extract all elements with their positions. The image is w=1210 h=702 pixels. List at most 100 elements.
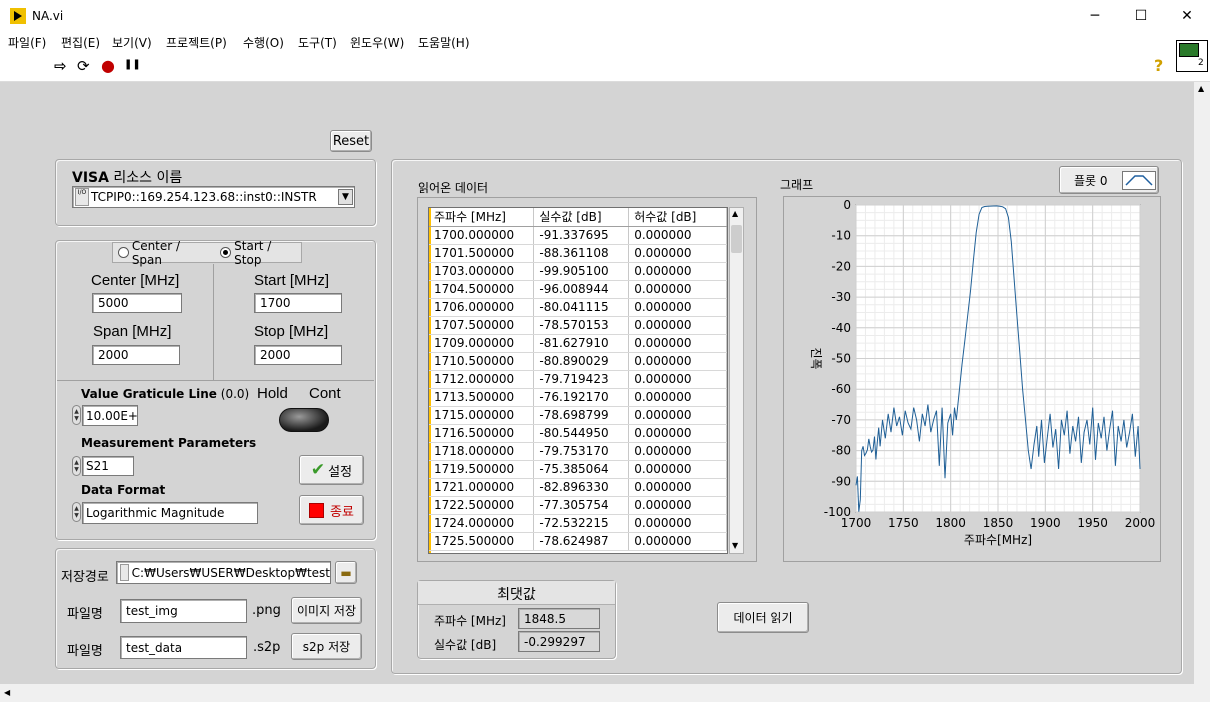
- cell-imag: 0.000000: [628, 388, 727, 407]
- cell-imag: 0.000000: [628, 280, 727, 299]
- table-row[interactable]: 1707.500000 -78.570153 0.000000: [429, 316, 727, 335]
- set-button[interactable]: ✔ 설정: [299, 455, 364, 485]
- plot-legend[interactable]: 플롯 0: [1059, 166, 1159, 194]
- menu-window[interactable]: 윈도우(W): [350, 34, 404, 51]
- table-row[interactable]: 1706.000000 -80.041115 0.000000: [429, 298, 727, 317]
- maximize-button[interactable]: ☐: [1118, 0, 1164, 32]
- table-scroll-up-icon[interactable]: ▲: [732, 209, 738, 218]
- table-row[interactable]: 1713.500000 -76.192170 0.000000: [429, 388, 727, 407]
- save-s2p-button[interactable]: s2p 저장: [291, 633, 362, 660]
- cell-real: -82.896330: [533, 478, 630, 497]
- graticule-spinner[interactable]: ▲ ▼: [72, 405, 81, 425]
- table-scrollbar[interactable]: ▲ ▼: [729, 207, 744, 554]
- cell-real: -77.305754: [533, 496, 630, 515]
- start-input[interactable]: 1700: [254, 293, 342, 313]
- data-filename-input[interactable]: test_data: [120, 636, 247, 659]
- vertical-scrollbar[interactable]: ▲: [1194, 82, 1210, 684]
- table-row[interactable]: 1721.000000 -82.896330 0.000000: [429, 478, 727, 497]
- y-tick-label: -100: [824, 505, 851, 519]
- abort-icon[interactable]: ●: [101, 56, 115, 75]
- cell-frequency: 1710.500000: [429, 352, 535, 371]
- max-freq-value: 1848.5: [518, 608, 600, 629]
- table-row[interactable]: 1704.500000 -96.008944 0.000000: [429, 280, 727, 299]
- horizontal-scrollbar[interactable]: ◀: [0, 684, 1194, 702]
- help-icon[interactable]: ?: [1154, 56, 1163, 75]
- table-row[interactable]: 1709.000000 -81.627910 0.000000: [429, 334, 727, 353]
- table-row[interactable]: 1701.500000 -88.361108 0.000000: [429, 244, 727, 263]
- cell-imag: 0.000000: [628, 226, 727, 245]
- table-scroll-thumb[interactable]: [731, 225, 742, 253]
- y-tick-label: -20: [831, 259, 851, 273]
- y-tick-label: -40: [831, 321, 851, 335]
- table-row[interactable]: 1710.500000 -80.890029 0.000000: [429, 352, 727, 371]
- pause-icon[interactable]: ❚❚: [124, 59, 141, 70]
- span-input[interactable]: 2000: [92, 345, 180, 365]
- radio-center-span[interactable]: Center / Span: [118, 239, 212, 267]
- table-row[interactable]: 1703.000000 -99.905100 0.000000: [429, 262, 727, 281]
- y-tick-label: -70: [831, 413, 851, 427]
- close-button[interactable]: ✕: [1164, 0, 1210, 32]
- browse-folder-icon[interactable]: ▬: [335, 561, 357, 584]
- stop-button[interactable]: 종료: [299, 495, 364, 525]
- image-filename-input[interactable]: test_img: [120, 599, 247, 623]
- mode-radio-group: Center / Span Start / Stop: [112, 239, 302, 267]
- table-row[interactable]: 1725.500000 -78.624987 0.000000: [429, 532, 727, 551]
- cell-frequency: 1707.500000: [429, 316, 535, 335]
- menu-view[interactable]: 보기(V): [112, 34, 152, 51]
- cell-real: -78.698799: [533, 406, 630, 425]
- read-data-button[interactable]: 데이터 읽기: [717, 602, 809, 633]
- amplitude-graph[interactable]: 1700 1750 1800 1850 1900 1950 20000-10-20-30-4…: [784, 197, 1160, 561]
- table-scroll-down-icon[interactable]: ▼: [732, 541, 738, 550]
- max-real-label: 실수값 [dB]: [434, 638, 497, 652]
- menu-project[interactable]: 프로젝트(P): [166, 34, 227, 51]
- dropdown-arrow-icon[interactable]: ▼: [338, 189, 353, 205]
- x-axis-label: 주파수[MHz]: [964, 533, 1032, 547]
- scroll-corner: [1194, 684, 1210, 702]
- data-format-spinner[interactable]: ▲ ▼: [72, 502, 81, 522]
- run-continuously-icon[interactable]: ⟳: [77, 57, 90, 75]
- cell-real: -88.361108: [533, 244, 630, 263]
- radio-start-stop[interactable]: Start / Stop: [220, 239, 301, 267]
- scroll-up-icon[interactable]: ▲: [1198, 84, 1204, 93]
- y-tick-label: -50: [831, 352, 851, 366]
- center-input[interactable]: 5000: [92, 293, 182, 313]
- y-tick-label: -90: [831, 474, 851, 488]
- graticule-input[interactable]: 10.00E+0: [82, 405, 138, 426]
- table-row[interactable]: 1719.500000 -75.385064 0.000000: [429, 460, 727, 479]
- cell-frequency: 1722.500000: [429, 496, 535, 515]
- plot-line-icon: [1122, 171, 1156, 190]
- table-row[interactable]: 1712.000000 -79.719423 0.000000: [429, 370, 727, 389]
- menu-file[interactable]: 파일(F): [8, 34, 46, 51]
- cell-imag: 0.000000: [628, 514, 727, 533]
- reset-button[interactable]: Reset: [330, 130, 372, 152]
- menu-help[interactable]: 도움말(H): [418, 34, 470, 51]
- cell-frequency: 1725.500000: [429, 532, 535, 551]
- measurement-spinner[interactable]: ▲ ▼: [72, 456, 81, 476]
- save-image-button[interactable]: 이미지 저장: [291, 597, 362, 624]
- menu-edit[interactable]: 편집(E): [61, 34, 100, 51]
- run-arrow-icon[interactable]: ⇨: [54, 57, 67, 75]
- menu-tools[interactable]: 도구(T): [298, 34, 337, 51]
- hold-cont-toggle[interactable]: [279, 408, 329, 432]
- measurement-input[interactable]: S21: [82, 456, 134, 476]
- stop-input[interactable]: 2000: [254, 345, 342, 365]
- vi-icon-number: 2: [1198, 58, 1204, 68]
- x-tick-label: 1900: [1030, 516, 1061, 530]
- cell-imag: 0.000000: [628, 496, 727, 515]
- table-row[interactable]: 1716.500000 -80.544950 0.000000: [429, 424, 727, 443]
- menu-operate[interactable]: 수행(O): [243, 34, 284, 51]
- table-row[interactable]: 1718.000000 -79.753170 0.000000: [429, 442, 727, 461]
- data-table[interactable]: 주파수 [MHz] 실수값 [dB] 허수값 [dB] 1700.000000-…: [428, 207, 728, 554]
- minimize-button[interactable]: ─: [1072, 0, 1118, 32]
- table-row[interactable]: 1722.500000 -77.305754 0.000000: [429, 496, 727, 515]
- table-row[interactable]: 1700.000000 -91.337695 0.000000: [429, 226, 727, 245]
- table-row[interactable]: 1724.000000 -72.532215 0.000000: [429, 514, 727, 533]
- file-name-label-2: 파일명: [67, 644, 103, 659]
- scroll-left-icon[interactable]: ◀: [4, 688, 10, 697]
- save-path-field[interactable]: C:₩Users₩USER₩Desktop₩test: [116, 561, 331, 584]
- visa-resource-field[interactable]: I/O TCPIP0::169.254.123.68::inst0::INSTR: [72, 186, 355, 208]
- table-row[interactable]: 1715.000000 -78.698799 0.000000: [429, 406, 727, 425]
- divider-vertical: [213, 264, 214, 380]
- cell-real: -91.337695: [533, 226, 630, 245]
- data-format-input[interactable]: Logarithmic Magnitude: [82, 502, 258, 524]
